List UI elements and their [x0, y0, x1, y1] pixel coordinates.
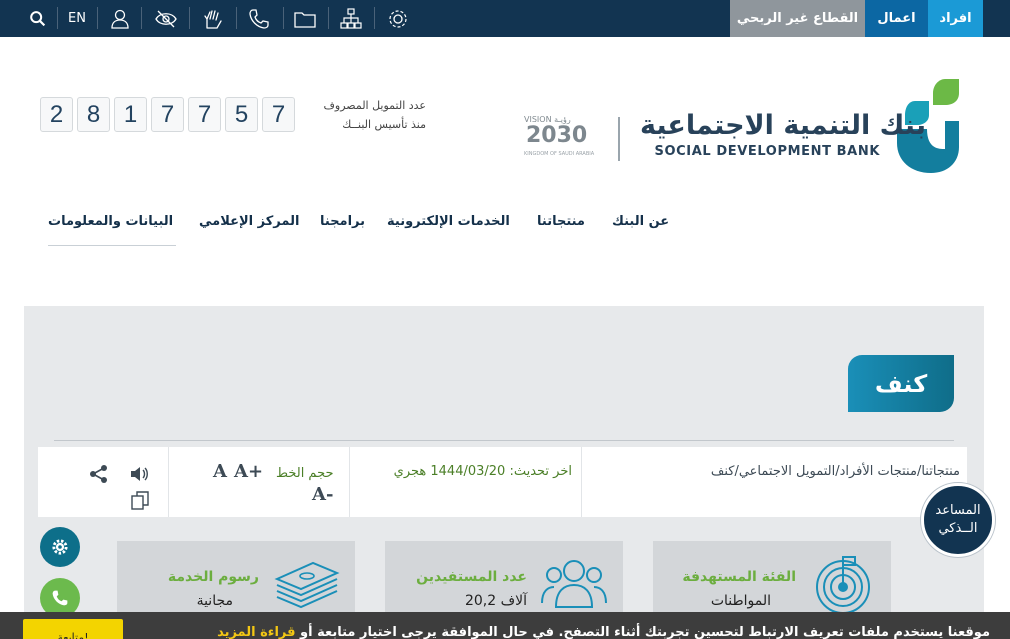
language-switch[interactable]: EN: [64, 0, 90, 37]
font-decrease-button[interactable]: A-: [312, 484, 333, 505]
phone-icon: [52, 590, 68, 606]
target-icon: [816, 556, 870, 613]
card-value: مجانية: [196, 593, 233, 609]
counter-digit: 7: [262, 97, 295, 132]
page-tools-bar: منتجاتنا/منتجات الأفراد/التمويل الاجتماع…: [38, 447, 967, 517]
assistant-label: المساعد: [935, 503, 981, 518]
cookie-accept-button[interactable]: متابعة!: [23, 619, 123, 639]
user-icon[interactable]: [108, 0, 132, 37]
topbar-divider: [57, 7, 58, 29]
assistant-label-2: الــذكي: [938, 521, 978, 536]
title-divider: [54, 440, 954, 441]
vision-2030-logo: VISION رؤيـة 2030 KINGDOM OF SAUDI ARABI…: [524, 115, 596, 165]
vision-country: KINGDOM OF SAUDI ARABIA: [524, 151, 595, 157]
counter-digit: 8: [77, 97, 110, 132]
counter-digit: 1: [114, 97, 147, 132]
topbar-divider: [141, 7, 142, 29]
top-bar: EN القطاع غير الربحي اعمال افراد: [0, 0, 1010, 37]
cookie-banner: موقعنا يستخدم ملفات تعريف الارتباط لتحسي…: [0, 612, 1010, 639]
counter-sublabel: منذ تأسيس البنــك: [342, 118, 426, 131]
infobar-divider: [581, 447, 582, 517]
infobar-divider: [168, 447, 169, 517]
nav-item-eservices[interactable]: الخدمات الإلكترونية: [387, 214, 510, 229]
audience-individuals-tab[interactable]: افراد: [928, 0, 983, 37]
speaker-icon[interactable]: [128, 463, 150, 485]
font-reset-button[interactable]: A: [213, 461, 227, 482]
infobar-divider: [349, 447, 350, 517]
read-more-link[interactable]: قراءة المزيد: [217, 625, 295, 639]
smart-assistant-button[interactable]: المساعد الــذكي: [921, 483, 995, 557]
audience-nonprofit-tab[interactable]: القطاع غير الربحي: [730, 0, 865, 37]
topbar-divider: [97, 7, 98, 29]
gear-icon: [52, 539, 68, 555]
eye-slash-icon[interactable]: [153, 0, 179, 37]
nav-item-media-center[interactable]: المركز الإعلامي: [199, 214, 299, 229]
cookie-text: موقعنا يستخدم ملفات تعريف الارتباط لتحسي…: [300, 625, 990, 639]
last-updated: اخر تحديث: 1444/03/20 هجري: [393, 464, 572, 479]
nav-item-programs[interactable]: برامجنا: [320, 214, 365, 229]
counter-digit: 7: [188, 97, 221, 132]
font-increase-button[interactable]: A+: [234, 461, 263, 482]
counter-digit: 2: [40, 97, 73, 132]
card-title: الفئة المستهدفة: [682, 569, 796, 585]
topbar-divider: [374, 7, 375, 29]
sign-language-icon[interactable]: [200, 0, 226, 37]
bank-name-arabic: بنك التنمية الاجتماعية: [640, 110, 926, 141]
money-stack-icon: [274, 561, 340, 609]
card-title: رسوم الخدمة: [167, 569, 259, 585]
phone-icon[interactable]: [246, 0, 272, 37]
search-icon[interactable]: [28, 0, 48, 37]
copy-icon[interactable]: [130, 490, 152, 512]
nav-active-underline: [48, 245, 176, 246]
bank-name-english: SOCIAL DEVELOPMENT BANK: [654, 144, 880, 159]
people-icon: [541, 560, 607, 608]
audience-business-tab[interactable]: اعمال: [865, 0, 928, 37]
sitemap-icon[interactable]: [337, 0, 365, 37]
main-navigation: عن البنك منتجاتنا الخدمات الإلكترونية بر…: [40, 214, 680, 242]
folder-icon[interactable]: [291, 0, 319, 37]
nav-item-products[interactable]: منتجاتنا: [537, 214, 585, 229]
topbar-divider: [236, 7, 237, 29]
accessibility-settings-button[interactable]: [40, 527, 80, 567]
vision-year: 2030: [526, 123, 588, 148]
nav-item-about[interactable]: عن البنك: [612, 214, 669, 229]
share-icon[interactable]: [88, 463, 110, 485]
card-value: المواطنات: [710, 593, 771, 609]
funding-counter: 2 8 1 7 7 5 7: [40, 97, 295, 132]
gear-icon[interactable]: [385, 0, 411, 37]
counter-digit: 7: [151, 97, 184, 132]
counter-digit: 5: [225, 97, 258, 132]
topbar-divider: [283, 7, 284, 29]
card-title: عدد المستفيدين: [416, 569, 527, 585]
nav-item-data[interactable]: البيانات والمعلومات: [48, 214, 173, 229]
breadcrumb[interactable]: منتجاتنا/منتجات الأفراد/التمويل الاجتماع…: [582, 464, 960, 479]
counter-label: عدد التمويل المصروف: [323, 99, 426, 112]
page-title: كنف: [848, 355, 954, 412]
font-size-label: حجم الخط: [276, 466, 334, 481]
topbar-divider: [328, 7, 329, 29]
header-divider: [618, 117, 620, 161]
cookie-message: موقعنا يستخدم ملفات تعريف الارتباط لتحسي…: [217, 625, 990, 639]
topbar-divider: [189, 7, 190, 29]
card-value: 20,2 آلاف: [464, 593, 527, 609]
